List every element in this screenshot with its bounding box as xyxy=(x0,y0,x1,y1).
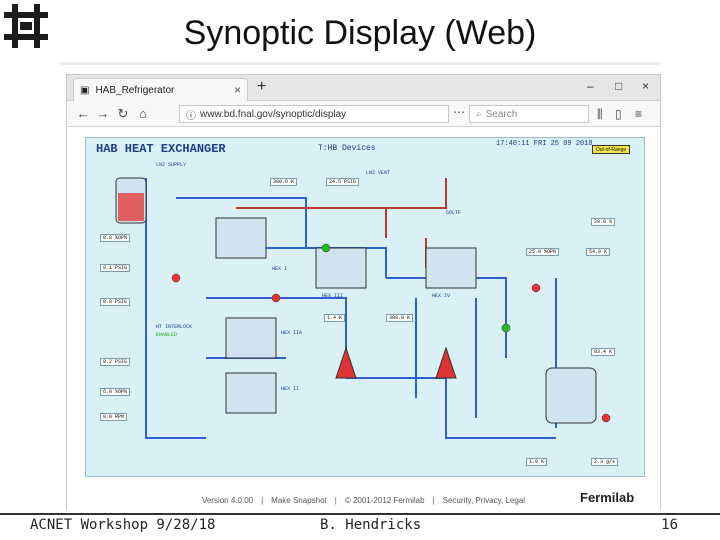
footer-left: ACNET Workshop 9/28/18 xyxy=(30,517,216,533)
slide-title: Synoptic Display (Web) xyxy=(183,14,537,52)
readout[interactable]: 1.9 K xyxy=(526,458,548,466)
hex-iv-label: HEX IV xyxy=(432,293,451,299)
back-arrow-icon[interactable]: ← xyxy=(73,106,93,121)
readout[interactable]: 25.0 %OPN xyxy=(526,248,560,256)
synoptic-subtitle: T:HB Devices xyxy=(318,144,376,153)
maximize-icon[interactable]: □ xyxy=(615,79,622,93)
synoptic-clock: 17:40:11 FRI 25 09 2018 xyxy=(496,140,593,148)
tab-title: HAB_Refrigerator xyxy=(95,84,175,96)
close-window-icon[interactable]: × xyxy=(642,79,649,93)
copyright-text: © 2001-2012 Fermilab xyxy=(344,496,425,505)
search-placeholder: Search xyxy=(485,108,518,120)
fermilab-wordmark: Fermilab xyxy=(580,490,635,505)
readout[interactable]: 24.5 PSIG xyxy=(326,178,360,186)
page-content: HAB HEAT EXCHANGER T:HB Devices 17:40:11… xyxy=(67,127,660,511)
readout[interactable]: 8.0 PSIG xyxy=(100,298,131,306)
hex-ii-label: HEX II xyxy=(281,386,300,392)
address-bar[interactable]: ⓘ www.bd.fnal.gov/synoptic/display xyxy=(179,105,449,123)
readout[interactable]: 0.2 PSIG xyxy=(100,358,131,366)
page-footer: Version 4.0.00 | Make Snapshot | © 2001-… xyxy=(201,496,526,505)
interlock-label: HT INTERLOCK xyxy=(156,324,193,330)
readout[interactable]: 20.0 % xyxy=(591,218,616,226)
sidebar-icon[interactable]: ▯ xyxy=(615,107,622,121)
menu-icon[interactable]: ≡ xyxy=(635,107,642,121)
reload-icon[interactable]: ↻ xyxy=(113,106,133,122)
new-tab-icon[interactable]: + xyxy=(257,78,266,96)
minimize-icon[interactable]: – xyxy=(587,79,594,93)
soltf-label: SOLTF xyxy=(446,210,462,216)
info-icon: ⓘ xyxy=(186,110,196,122)
document-icon: ▣ xyxy=(80,84,90,96)
hex-i-label: HEX I xyxy=(272,266,288,272)
url-text: www.bd.fnal.gov/synoptic/display xyxy=(200,108,347,120)
readout[interactable]: 83.4 K xyxy=(591,348,616,356)
hex-iia-label: HEX IIA xyxy=(281,330,303,336)
policy-links[interactable]: Security, Privacy, Legal xyxy=(443,496,525,505)
readout[interactable]: 6.0 %OPN xyxy=(100,388,131,396)
ln2-vent-label: LN2 VENT xyxy=(366,170,391,176)
synoptic-panel: HAB HEAT EXCHANGER T:HB Devices 17:40:11… xyxy=(85,137,645,477)
page-actions-icon[interactable]: ⋯ xyxy=(453,105,465,119)
footer-divider xyxy=(0,513,720,515)
interlock-status: ENABLED xyxy=(156,332,178,338)
readout[interactable]: 54.0 K xyxy=(586,248,611,256)
title-divider xyxy=(60,62,660,65)
search-icon: ⌕ xyxy=(476,108,482,120)
dewar-level xyxy=(118,193,144,221)
synoptic-title: HAB HEAT EXCHANGER xyxy=(96,142,226,156)
hex-iii-label: HEX III xyxy=(322,293,344,299)
version-text: Version 4.0.00 xyxy=(201,496,254,505)
make-snapshot-link[interactable]: Make Snapshot xyxy=(271,496,327,505)
readout[interactable]: 2.3 g/s xyxy=(591,458,619,466)
navigation-bar: ← → ↻ ⌂ ⓘ www.bd.fnal.gov/synoptic/displ… xyxy=(67,101,660,127)
tab-strip: ▣ HAB_Refrigerator × + – □ × xyxy=(67,75,660,101)
forward-arrow-icon[interactable]: → xyxy=(93,106,113,121)
readout[interactable]: 8.8 %OPN xyxy=(100,234,131,242)
out-of-range-badge: Out-of-Range xyxy=(592,145,630,154)
search-input[interactable]: ⌕ Search xyxy=(469,105,589,123)
piping-diagram xyxy=(115,177,611,439)
page-number: 16 xyxy=(661,517,678,533)
readout[interactable]: 0.1 PSIG xyxy=(100,264,131,272)
readout[interactable]: 1.4 K xyxy=(324,314,346,322)
readout[interactable]: 300.0 K xyxy=(386,314,414,322)
readout[interactable]: 0.0 RPM xyxy=(100,413,128,421)
close-tab-icon[interactable]: × xyxy=(234,83,241,97)
home-icon[interactable]: ⌂ xyxy=(133,106,153,121)
browser-window: ▣ HAB_Refrigerator × + – □ × ← → ↻ ⌂ ⓘ w… xyxy=(66,74,661,511)
footer-presenter: B. Hendricks xyxy=(320,517,422,533)
library-icon[interactable]: ⫼ xyxy=(597,107,603,122)
slide: Synoptic Display (Web) ▣ HAB_Refrigerato… xyxy=(0,0,720,540)
readout[interactable]: 300.0 K xyxy=(270,178,298,186)
ln2-supply-label: LN2 SUPPLY xyxy=(156,162,187,168)
browser-tab[interactable]: ▣ HAB_Refrigerator × xyxy=(73,78,248,101)
